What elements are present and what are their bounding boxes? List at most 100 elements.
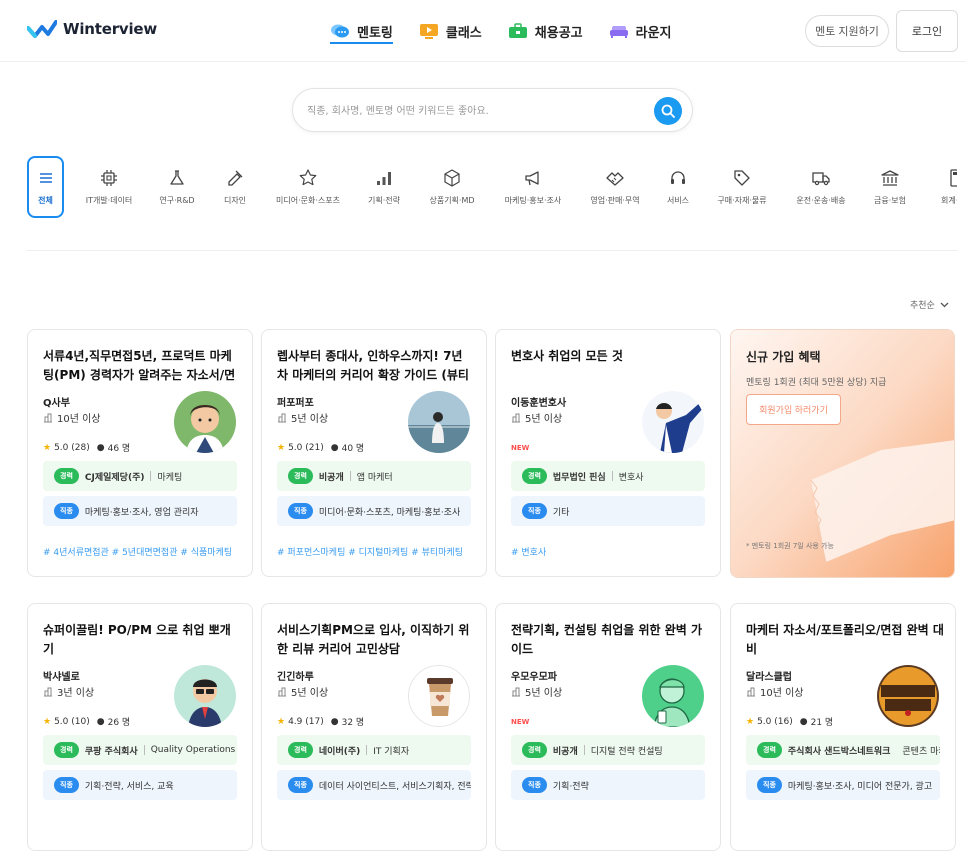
separator — [349, 471, 351, 481]
career-years: 5년 이상 — [511, 410, 562, 425]
login-button[interactable]: 로그인 — [896, 10, 958, 52]
category-bar: 전체 IT개발·데이터 연구·R&D 디자인 미디어·문화·스포츠 기획·전략 … — [27, 156, 957, 218]
star-icon: ★ — [277, 716, 286, 727]
field-list: 기타 — [552, 507, 570, 518]
field-pill: 직종 — [54, 777, 79, 793]
mentor-name: 이동훈변호사 — [511, 398, 567, 409]
bar-chart-icon — [377, 172, 391, 185]
nav-jobs[interactable]: 채용공고 — [508, 0, 583, 62]
search-button[interactable] — [654, 97, 682, 125]
separator — [366, 745, 368, 755]
search-input[interactable] — [307, 101, 637, 121]
category-finance[interactable]: 금융·보험 — [863, 156, 917, 218]
category-label: 구매·자재·물류 — [717, 196, 767, 205]
menu-icon — [39, 173, 52, 183]
avatar — [642, 391, 704, 453]
nav-jobs-label: 채용공고 — [534, 25, 583, 41]
building-icon — [44, 413, 52, 422]
category-accounting[interactable]: 회계·세무 — [933, 156, 957, 218]
chat-bubble-icon — [331, 24, 349, 38]
truck-icon — [812, 172, 830, 186]
field-pill: 직종 — [288, 777, 313, 793]
logo-text: Winterview — [63, 20, 158, 38]
mentor-card[interactable]: 슈퍼이끌림! PO/PM 으로 취업 뽀개기 박샤넬로 3년 이상 ★ 5.0 … — [27, 603, 253, 851]
building-icon — [278, 687, 286, 696]
career-years: 5년 이상 — [511, 684, 562, 699]
company-name: 네이버(주) — [318, 746, 361, 757]
person-icon: ● — [330, 716, 339, 727]
mentor-card[interactable]: 변호사 취업의 모든 것 이동훈변호사 5년 이상 NEW 경력 법무법인 핀심… — [495, 329, 721, 577]
company-name: 주식회사 샌드박스네트워크 — [787, 746, 891, 757]
category-media[interactable]: 미디어·문화·스포츠 — [273, 156, 343, 218]
building-icon — [278, 413, 286, 422]
category-sales[interactable]: 영업·판매·무역 — [587, 156, 643, 218]
mentor-card[interactable]: 전략기획, 컨설팅 취업을 위한 완벽 가이드 우모우모파 5년 이상 NEW … — [495, 603, 721, 851]
card-title: 렙사부터 종대사, 인하우스까지! 7년 차 마케터의 커리어 확장 가이드 (… — [277, 349, 469, 382]
field-tag-row: 직종 미디어·문화·스포츠, 마케팅·홍보·조사 — [277, 496, 471, 526]
company-name: 법무법인 핀심 — [552, 472, 606, 483]
category-md[interactable]: 상품기획·MD — [425, 156, 479, 218]
sort-dropdown[interactable]: 추천순 — [910, 298, 949, 311]
mentor-apply-button[interactable]: 멘토 지원하기 — [805, 15, 889, 47]
hashtags[interactable]: # 변호사 — [511, 545, 711, 558]
field-pill: 직종 — [522, 503, 547, 519]
mentor-name: 긴긴하루 — [277, 672, 314, 683]
new-badge: NEW — [511, 718, 530, 726]
career-years-label: 10년 이상 — [57, 414, 101, 425]
hashtags[interactable]: # 퍼포먼스마케팅 # 디지털마케팅 # 뷰티마케팅 — [277, 545, 477, 558]
chip-icon — [101, 170, 117, 186]
category-all[interactable]: 전체 — [27, 156, 64, 218]
category-research[interactable]: 연구·R&D — [155, 156, 199, 218]
mentor-card[interactable]: 서류4년,직무면접5년, 프로덕트 마케팅(PM) 경력자가 알려주는 자소서/… — [27, 329, 253, 577]
separator — [143, 745, 145, 755]
star-icon: ★ — [43, 442, 52, 453]
field-pill: 직종 — [757, 777, 782, 793]
rating-value: 5.0 (10) — [54, 716, 90, 727]
star-icon: ★ — [277, 442, 286, 453]
category-it[interactable]: IT개발·데이터 — [79, 156, 139, 218]
nav-mentoring[interactable]: 멘토링 — [330, 0, 393, 62]
company-name: CJ제일제당(주) — [84, 472, 145, 483]
job-title: 콘텐츠 마케터 — [902, 746, 940, 757]
category-service[interactable]: 서비스 — [663, 156, 693, 218]
category-delivery[interactable]: 운전·운송·배송 — [793, 156, 849, 218]
promo-subtitle: 멘토링 1회권 (최대 5만원 상당) 지급 — [746, 378, 887, 388]
nav-class-label: 클래스 — [445, 25, 482, 41]
career-years-label: 5년 이상 — [525, 688, 563, 699]
career-years: 10년 이상 — [746, 684, 804, 699]
mentor-card[interactable]: 렙사부터 종대사, 인하우스까지! 7년 차 마케터의 커리어 확장 가이드 (… — [261, 329, 487, 577]
career-tag-row: 경력 쿠팡 주식회사 Quality Operations — [43, 735, 237, 765]
card-title: 슈퍼이끌림! PO/PM 으로 취업 뽀개기 — [43, 623, 231, 656]
winterview-logo-icon — [27, 20, 57, 38]
signup-promo-card[interactable]: 신규 가입 혜택 멘토링 1회권 (최대 5만원 상당) 지급 회원가입 하러가… — [730, 329, 955, 578]
career-years: 10년 이상 — [43, 410, 101, 425]
category-label: 마케팅·홍보·조사 — [504, 196, 562, 205]
category-purchase[interactable]: 구매·자재·물류 — [715, 156, 769, 218]
separator — [150, 471, 152, 481]
mentor-name: 달라스클럽 — [746, 672, 792, 683]
hashtags[interactable]: # 4년서류면접관 # 5년대면면접관 # 식품마케팅 — [43, 545, 243, 558]
field-pill: 직종 — [288, 503, 313, 519]
mentee-count: 21 명 — [810, 718, 834, 728]
field-list: 데이터 사이언티스트, 서비스기획자, 전략기획자 — [318, 781, 471, 792]
card-title: 서비스기획PM으로 입사, 이직하기 위한 리뷰 커리어 고민상담 — [277, 623, 470, 656]
logo[interactable]: Winterview — [27, 20, 157, 38]
career-years: 5년 이상 — [277, 684, 328, 699]
mentor-card[interactable]: 마케터 자소서/포트폴리오/면접 완벽 대비 달라스클럽 10년 이상 ★ 5.… — [730, 603, 956, 851]
avatar — [642, 665, 704, 727]
field-tag-row: 직종 마케팅·홍보·조사, 미디어 전문가, 광고 — [746, 770, 940, 800]
category-label: 영업·판매·무역 — [590, 196, 640, 205]
nav-lounge[interactable]: 라운지 — [609, 0, 672, 62]
nav-class[interactable]: 클래스 — [419, 0, 482, 62]
career-years-label: 5년 이상 — [525, 414, 563, 425]
rating: ★ 5.0 (28) ● 46 명 — [43, 441, 130, 455]
card-title: 서류4년,직무면접5년, 프로덕트 마케팅(PM) 경력자가 알려주는 자소서/… — [43, 349, 236, 382]
career-pill: 경력 — [757, 742, 782, 758]
career-tag-row: 경력 CJ제일제당(주) 마케팅 — [43, 461, 237, 491]
category-strategy[interactable]: 기획·전략 — [364, 156, 404, 218]
person-icon: ● — [96, 716, 105, 727]
category-marketing[interactable]: 마케팅·홍보·조사 — [501, 156, 565, 218]
signup-button[interactable]: 회원가입 하러가기 — [746, 394, 841, 425]
category-design[interactable]: 디자인 — [217, 156, 253, 218]
mentor-card[interactable]: 서비스기획PM으로 입사, 이직하기 위한 리뷰 커리어 고민상담 긴긴하루 5… — [261, 603, 487, 851]
